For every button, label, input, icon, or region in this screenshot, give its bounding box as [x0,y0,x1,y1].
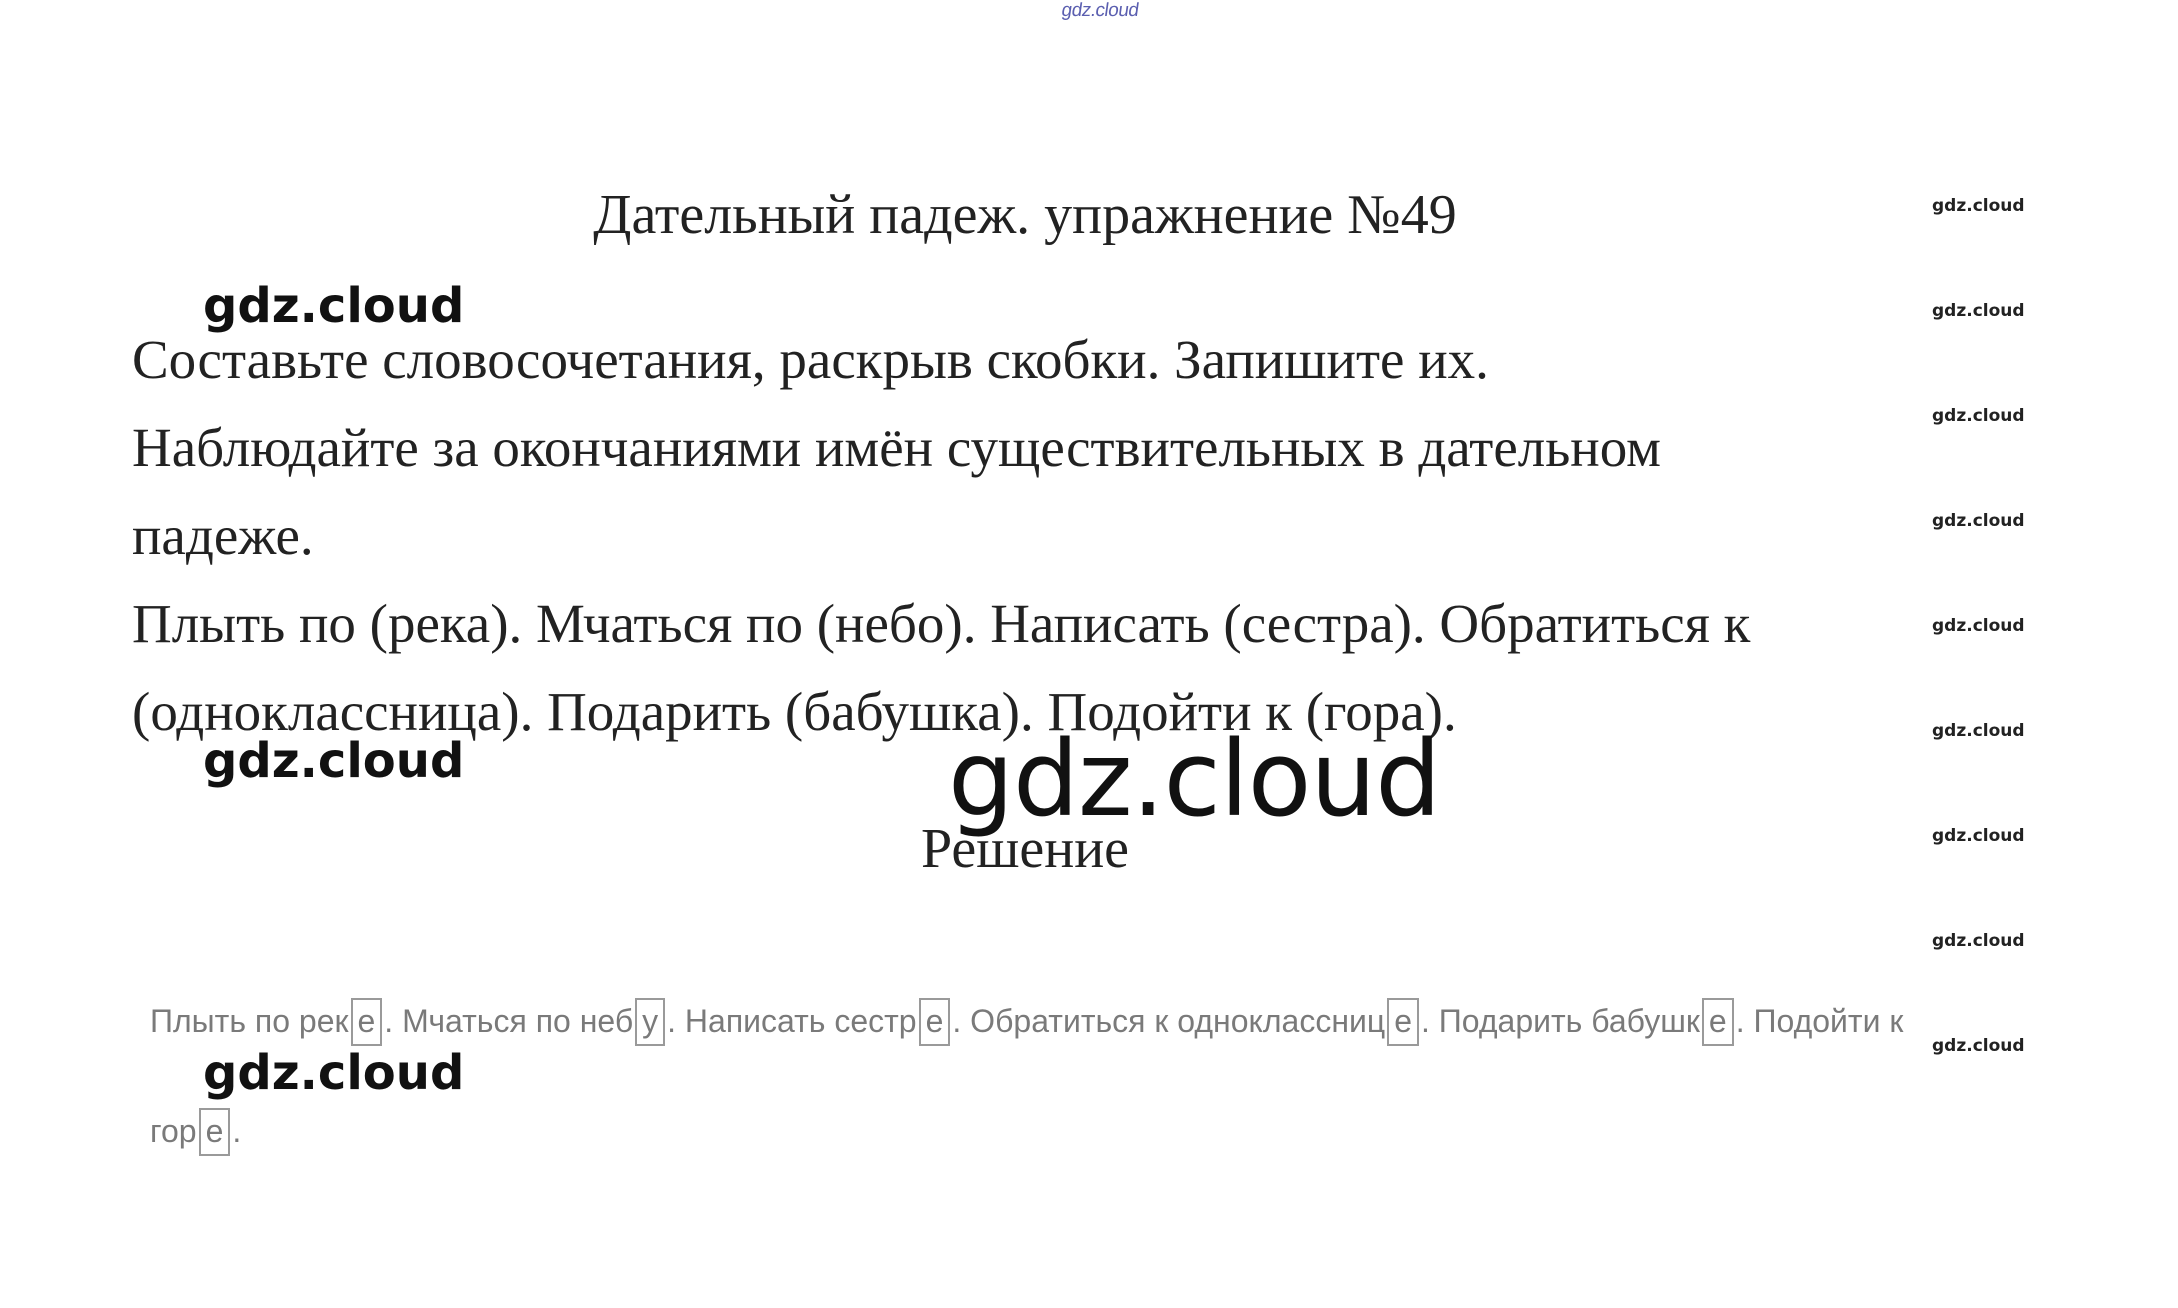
answer-text: . Написать сестр [667,1003,917,1039]
task-line: Наблюдайте за окончаниями имён существит… [132,417,1661,478]
watermark-top: gdz.cloud [1060,0,1140,21]
answer-text: . Подарить бабушк [1420,1003,1700,1039]
watermark-side: gdz.cloud [1932,511,2025,531]
watermark-side: gdz.cloud [1932,721,2025,741]
watermark-bold: gdz.cloud [203,733,465,789]
watermark-bold: gdz.cloud [203,1045,465,1101]
ending-box: е [198,1108,231,1156]
ending-box: е [918,998,951,1046]
watermark-column: gdz.cloud gdz.cloud gdz.cloud gdz.cloud … [1932,193,2042,1138]
watermark-bold: gdz.cloud [203,278,465,334]
watermark-side: gdz.cloud [1932,406,2025,426]
ending-box: у [635,998,666,1046]
answer-text: . Обратиться к одноклассниц [952,1003,1386,1039]
task-line: падеже. [132,505,314,566]
answer-text: . Мчаться по неб [384,1003,634,1039]
ending-box: е [1387,998,1419,1046]
watermark-side: gdz.cloud [1932,931,2025,951]
answer-text: . Подойти к [1735,1003,1904,1039]
ending-box: е [350,998,383,1046]
watermark-side: gdz.cloud [1932,616,2025,636]
answer-text: . [232,1113,242,1149]
task-text: Составьте словосочетания, раскрыв скобки… [132,316,1932,756]
answer-text: Плыть по рек [150,1003,349,1039]
ending-box: е [1701,998,1734,1046]
watermark-huge: gdz.cloud [948,718,1441,840]
watermark-side: gdz.cloud [1932,301,2025,321]
answer-line: Плыть по рек е. Мчаться по неб у. Написать… [150,998,1903,1046]
answer-text: гор [150,1113,197,1149]
watermark-side: gdz.cloud [1932,1036,2025,1056]
exercise-title: Дательный падеж. упражнение №49 [593,184,1457,246]
task-line: Плыть по (река). Мчаться по (небо). Напи… [132,593,1751,654]
answer-line: гор е. [150,1108,241,1156]
